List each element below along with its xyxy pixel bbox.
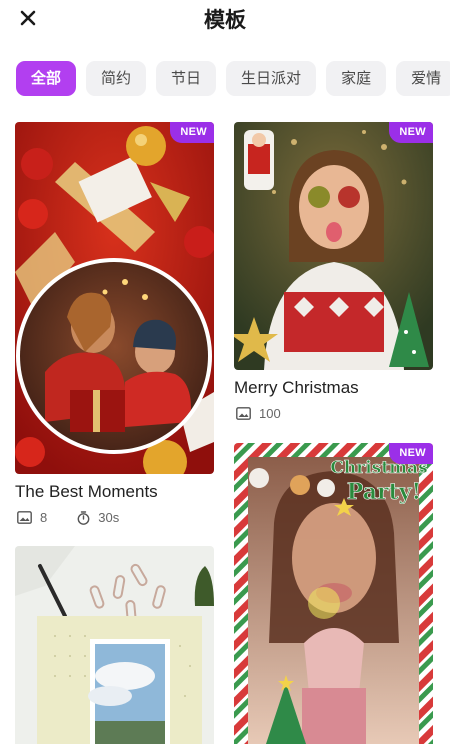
new-badge: NEW — [389, 443, 433, 464]
template-meta: 8 30s — [17, 510, 119, 525]
svg-text:Party!: Party! — [347, 479, 421, 505]
template-card-christmas-party[interactable]: Christmas Party! NEW — [234, 443, 433, 744]
template-meta: 100 — [236, 406, 281, 421]
new-badge: NEW — [170, 122, 214, 143]
template-thumbnail — [234, 122, 433, 370]
page-title: 模板 — [204, 8, 246, 32]
template-card-merry-christmas[interactable]: NEW — [234, 122, 433, 370]
category-tabs: 全部 简约 节日 生日派对 家庭 爱情 — [16, 61, 450, 96]
image-icon — [17, 511, 32, 524]
template-thumbnail — [15, 546, 214, 744]
tab-family[interactable]: 家庭 — [326, 61, 387, 96]
photo-count: 8 — [40, 510, 48, 525]
tab-holiday[interactable]: 节日 — [156, 61, 217, 96]
header: 模板 — [0, 0, 450, 40]
template-card-notebook[interactable] — [15, 546, 214, 744]
tab-love[interactable]: 爱情 — [396, 61, 450, 96]
new-badge: NEW — [389, 122, 433, 143]
tab-all[interactable]: 全部 — [16, 61, 77, 96]
tab-birthday-party[interactable]: 生日派对 — [226, 61, 317, 96]
template-thumbnail: Christmas Party! — [234, 443, 433, 744]
template-thumbnail — [15, 122, 214, 474]
tab-minimal[interactable]: 简约 — [86, 61, 147, 96]
image-icon — [236, 407, 251, 420]
template-card-best-moments[interactable]: NEW — [15, 122, 214, 474]
duration: 30s — [98, 510, 120, 525]
template-title: The Best Moments — [15, 482, 158, 501]
template-title: Merry Christmas — [234, 378, 359, 397]
photo-count: 100 — [259, 406, 281, 421]
timer-icon — [77, 510, 90, 525]
